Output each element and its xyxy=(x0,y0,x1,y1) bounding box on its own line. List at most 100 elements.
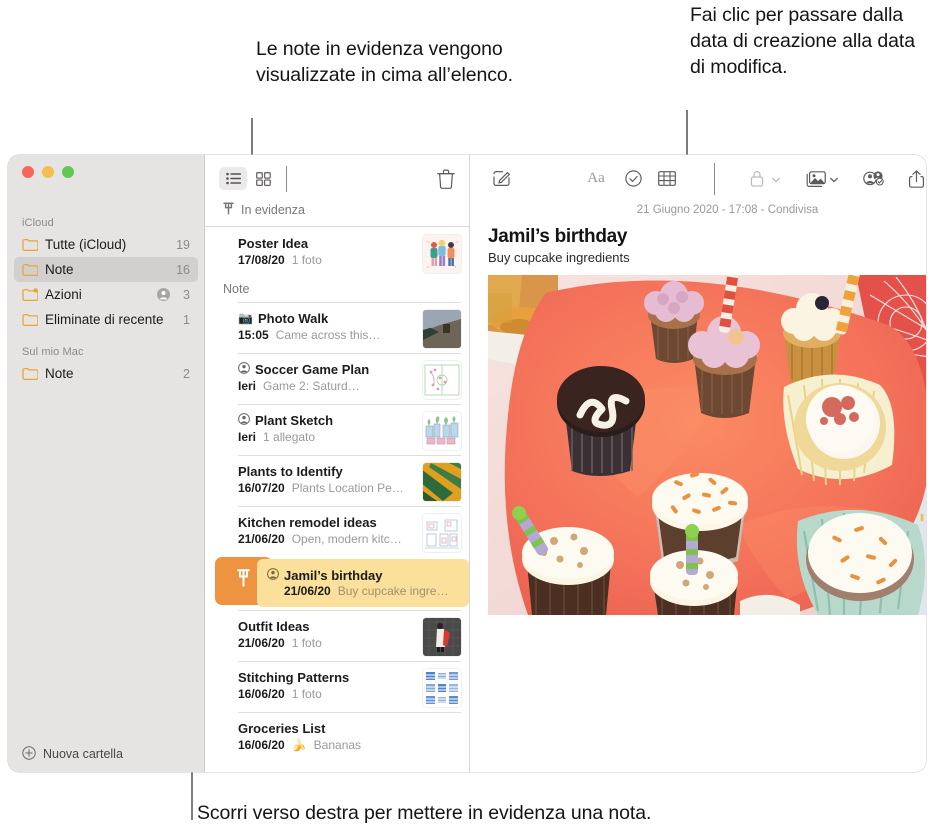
sidebar-item-count: 1 xyxy=(183,312,190,327)
editor-toolbar: Aa xyxy=(470,155,926,202)
note-subtitle-row: 21/06/20 Buy cupcake ingre… xyxy=(267,584,459,598)
table-icon[interactable] xyxy=(650,171,684,186)
new-folder-button[interactable]: Nuova cartella xyxy=(8,736,204,772)
note-title: Plants to Identify xyxy=(238,463,343,479)
window-controls xyxy=(22,166,74,178)
sidebar-item-count: 2 xyxy=(183,366,190,381)
note-subtitle-row: 21/06/20 Open, modern kitc… xyxy=(238,532,409,546)
note-snippet: 1 foto xyxy=(291,635,322,650)
list-item[interactable]: Stitching Patterns 16/06/20 1 foto xyxy=(205,660,469,712)
note-date: 16/06/20 xyxy=(238,737,285,752)
list-item[interactable]: Plants to Identify 16/07/20 Plants Locat… xyxy=(205,454,469,506)
collaborate-icon[interactable] xyxy=(855,170,891,187)
notes-list-column: In evidenza Poster Idea 17/08/20 1 foto xyxy=(205,155,470,772)
note-thumbnail xyxy=(423,462,461,501)
note-content[interactable]: Jamil’s birthday Buy cupcake ingredients xyxy=(470,226,926,615)
row-divider xyxy=(238,454,461,455)
note-subtitle-row: 16/06/20 🍌 Bananas xyxy=(238,738,409,752)
zoom-button[interactable] xyxy=(62,166,74,178)
note-title: Jamil’s birthday xyxy=(284,567,383,583)
sidebar-item-eliminate-di-recente[interactable]: Eliminate di recente 1 xyxy=(14,307,198,332)
note-snippet: Open, modern kitc… xyxy=(291,531,402,546)
note-title-row: Groceries List xyxy=(238,721,409,736)
list-view-icon[interactable] xyxy=(219,167,247,190)
note-title: Soccer Game Plan xyxy=(255,361,370,377)
notes-list-toolbar xyxy=(205,155,469,202)
note-title: Poster Idea xyxy=(238,235,309,251)
note-date: 17/08/20 xyxy=(238,252,285,267)
notes-scroll-area[interactable]: Poster Idea 17/08/20 1 foto Note 📷 Photo… xyxy=(205,227,469,773)
sidebar-item-tutte-icloud[interactable]: Tutte (iCloud) 19 xyxy=(14,232,198,257)
note-snippet: Bananas xyxy=(313,737,362,752)
note-title: Kitchen remodel ideas xyxy=(238,514,377,530)
close-button[interactable] xyxy=(22,166,34,178)
media-icon[interactable] xyxy=(799,170,845,188)
list-item[interactable]: Kitchen remodel ideas 21/06/20 Open, mod… xyxy=(205,505,469,557)
row-divider xyxy=(238,505,461,506)
note-subtitle-row: 16/07/20 Plants Location Pe… xyxy=(238,481,409,495)
note-thumbnail xyxy=(423,234,461,273)
new-folder-label: Nuova cartella xyxy=(43,747,123,761)
note-thumbnail xyxy=(423,668,461,707)
pinned-section-header: In evidenza xyxy=(205,202,469,226)
chevron-down-icon xyxy=(830,170,838,188)
note-subtitle-row: Ieri Game 2: Saturd… xyxy=(238,379,409,393)
note-snippet: Buy cupcake ingre… xyxy=(337,583,449,598)
pin-icon xyxy=(223,202,234,218)
note-subtitle-row: 15:05 Came across this… xyxy=(238,328,409,342)
callout-date-toggle: Fai clic per passare dalla data di creaz… xyxy=(690,4,915,78)
note-thumbnail xyxy=(423,360,461,399)
row-divider xyxy=(238,711,461,712)
view-mode-segmented-control[interactable] xyxy=(219,167,277,190)
note-title-row: Outfit Ideas xyxy=(238,619,409,634)
text-format-icon[interactable]: Aa xyxy=(576,170,616,187)
note-title: Groceries List xyxy=(238,720,326,736)
sidebar-item-count: 16 xyxy=(176,262,190,277)
note-subtitle-row: 21/06/20 1 foto xyxy=(238,636,409,650)
list-item[interactable]: Plant Sketch Ieri 1 allegato xyxy=(205,403,469,455)
chevron-down-icon xyxy=(772,170,780,188)
trash-icon[interactable] xyxy=(437,169,455,189)
note-meta-date[interactable]: 21 Giugno 2020 - 17:08 - Condivisa xyxy=(470,204,926,216)
share-icon[interactable] xyxy=(899,169,926,188)
sidebar-section-sul-mio-mac: Sul mio Mac xyxy=(22,346,84,358)
note-subtitle-row: 16/06/20 1 foto xyxy=(238,687,409,701)
sidebar: iCloud Tutte (iCloud) 19 Note 16 Azioni … xyxy=(8,155,205,772)
shared-note-icon xyxy=(267,567,279,583)
note-snippet: 1 foto xyxy=(291,686,322,701)
note-photo-cupcakes[interactable] xyxy=(488,275,926,615)
list-item[interactable]: Poster Idea 17/08/20 1 foto xyxy=(205,227,469,278)
compose-note-icon[interactable] xyxy=(484,170,518,187)
pinned-section-label: In evidenza xyxy=(241,203,305,217)
note-subtitle-row: Ieri 1 allegato xyxy=(238,430,409,444)
list-item[interactable]: Soccer Game Plan Ieri Game 2: Saturd… xyxy=(205,352,469,404)
sidebar-item-label: Tutte (iCloud) xyxy=(45,237,127,252)
shared-person-icon xyxy=(157,288,171,301)
gallery-view-icon[interactable] xyxy=(249,167,277,190)
folder-icon xyxy=(22,238,39,252)
shared-folder-icon xyxy=(22,288,39,302)
list-item[interactable]: Groceries List 16/06/20 🍌 Bananas xyxy=(205,711,469,763)
list-item-jamils-birthday[interactable]: Jamil’s birthday 21/06/20 Buy cupcake in… xyxy=(257,558,469,607)
note-date: 16/07/20 xyxy=(238,480,285,495)
row-divider xyxy=(238,352,461,353)
note-title-row: Kitchen remodel ideas xyxy=(238,515,409,530)
row-divider xyxy=(238,660,461,661)
sidebar-item-label: Azioni xyxy=(45,287,82,302)
notes-group-label: Note xyxy=(223,281,250,296)
sidebar-item-label: Note xyxy=(45,366,74,381)
sidebar-item-azioni[interactable]: Azioni 3 xyxy=(14,282,198,307)
sidebar-item-count: 3 xyxy=(183,287,190,302)
lock-icon[interactable] xyxy=(745,170,785,188)
note-snippet: Came across this… xyxy=(275,327,381,342)
sidebar-item-note-icloud[interactable]: Note 16 xyxy=(14,257,198,282)
list-item[interactable]: Outfit Ideas 21/06/20 1 foto xyxy=(205,609,469,661)
checklist-icon[interactable] xyxy=(616,170,650,187)
shared-note-icon xyxy=(238,412,250,428)
note-editor: Aa 21 Giugno 2020 - 17:08 - Condivisa Ja… xyxy=(470,155,926,772)
pin-icon xyxy=(236,569,251,592)
sidebar-item-note-local[interactable]: Note 2 xyxy=(14,361,198,386)
minimize-button[interactable] xyxy=(42,166,54,178)
note-date: 21/06/20 xyxy=(284,583,331,598)
list-item[interactable]: 📷 Photo Walk 15:05 Came across this… xyxy=(205,301,469,353)
